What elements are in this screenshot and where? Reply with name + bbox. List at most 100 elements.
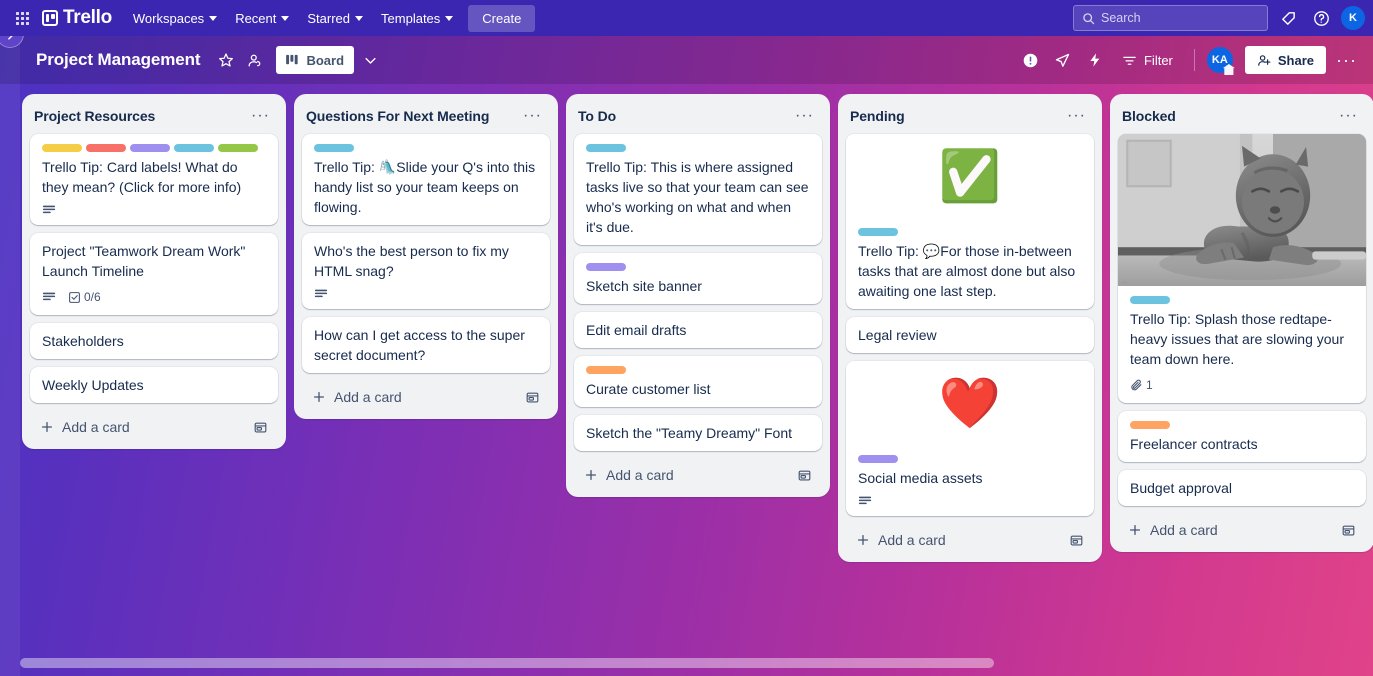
card-template-button[interactable] bbox=[253, 420, 268, 435]
list-cards: Trello Tip: This is where assigned tasks… bbox=[574, 134, 826, 451]
board-card[interactable]: Trello Tip: 🛝Slide your Q's into this ha… bbox=[302, 134, 550, 225]
add-card-button[interactable]: Add a card bbox=[30, 411, 278, 441]
board-card[interactable]: How can I get access to the super secret… bbox=[302, 317, 550, 373]
help-circle-icon[interactable] bbox=[1308, 5, 1334, 31]
card-cover-image: … bbox=[1118, 134, 1366, 286]
board-card[interactable]: ❤️ Social media assets bbox=[846, 361, 1094, 516]
nav-templates[interactable]: Templates bbox=[372, 6, 462, 31]
card-label-green[interactable] bbox=[218, 144, 258, 152]
board-card[interactable]: Project "Teamwork Dream Work" Launch Tim… bbox=[30, 233, 278, 315]
card-label-yellow[interactable] bbox=[42, 144, 82, 152]
apps-grid-icon[interactable] bbox=[8, 4, 36, 32]
info-circle-icon[interactable] bbox=[1017, 46, 1045, 74]
card-cover-emoji: ❤️ bbox=[846, 361, 1094, 445]
share-label: Share bbox=[1277, 52, 1315, 68]
horizontal-scrollbar[interactable] bbox=[20, 658, 994, 668]
user-avatar[interactable]: K bbox=[1341, 6, 1365, 30]
card-template-icon bbox=[526, 392, 539, 402]
board-card[interactable]: … Trello Tip: Splash those redtape-heavy… bbox=[1118, 134, 1366, 403]
card-label-blue[interactable] bbox=[586, 144, 626, 152]
list-title[interactable]: Project Resources bbox=[34, 108, 155, 124]
list-actions-menu-icon[interactable]: ··· bbox=[1333, 106, 1364, 126]
card-title: Sketch site banner bbox=[586, 278, 702, 294]
lightning-bolt-icon[interactable] bbox=[1081, 46, 1109, 74]
card-title: Trello Tip: 💬For those in-between tasks … bbox=[858, 243, 1076, 299]
board-card[interactable]: Weekly Updates bbox=[30, 367, 278, 403]
board-card[interactable]: Legal review bbox=[846, 317, 1094, 353]
star-icon[interactable] bbox=[212, 46, 240, 74]
board-view-switcher[interactable]: Board bbox=[276, 46, 355, 74]
board-card[interactable]: Stakeholders bbox=[30, 323, 278, 359]
card-label-red[interactable] bbox=[86, 144, 126, 152]
list-header: Blocked ··· bbox=[1118, 102, 1370, 130]
list-actions-menu-icon[interactable]: ··· bbox=[245, 106, 276, 126]
card-label-blue[interactable] bbox=[1130, 296, 1170, 304]
board-card[interactable]: Sketch site banner bbox=[574, 253, 822, 304]
card-label-orange[interactable] bbox=[586, 366, 626, 374]
list-actions-menu-icon[interactable]: ··· bbox=[517, 106, 548, 126]
board-card[interactable]: Curate customer list bbox=[574, 356, 822, 407]
list-actions-menu-icon[interactable]: ··· bbox=[1061, 106, 1092, 126]
board-card[interactable]: Who's the best person to fix my HTML sna… bbox=[302, 233, 550, 309]
board-card[interactable]: Freelancer contracts bbox=[1118, 411, 1366, 462]
card-label-purple[interactable] bbox=[586, 263, 626, 271]
board-view-chevron-down-icon[interactable] bbox=[356, 46, 384, 74]
notification-bell-icon[interactable] bbox=[1275, 5, 1301, 31]
card-labels bbox=[858, 453, 1082, 463]
svg-text:…: … bbox=[1122, 278, 1127, 284]
board-list: Blocked ··· … Trello Tip: Splash those re… bbox=[1110, 94, 1373, 552]
add-card-left: Add a card bbox=[584, 467, 674, 483]
filter-button[interactable]: Filter bbox=[1113, 48, 1182, 73]
card-label-orange[interactable] bbox=[1130, 421, 1170, 429]
add-card-label: Add a card bbox=[878, 532, 946, 548]
card-label-blue[interactable] bbox=[314, 144, 354, 152]
card-title: Social media assets bbox=[858, 470, 983, 486]
card-label-blue[interactable] bbox=[858, 228, 898, 236]
add-card-button[interactable]: Add a card bbox=[1118, 514, 1366, 544]
create-button[interactable]: Create bbox=[468, 4, 536, 32]
card-template-button[interactable] bbox=[1341, 523, 1356, 538]
card-template-icon bbox=[1342, 525, 1355, 535]
add-card-button[interactable]: Add a card bbox=[846, 524, 1094, 554]
search-input[interactable]: Search bbox=[1073, 5, 1268, 31]
nav-starred[interactable]: Starred bbox=[298, 6, 372, 31]
board-more-menu-icon[interactable]: ··· bbox=[1330, 51, 1363, 69]
card-label-purple[interactable] bbox=[858, 455, 898, 463]
card-description-badge bbox=[42, 203, 56, 217]
board-card[interactable]: ✅ Trello Tip: 💬For those in-between tasks… bbox=[846, 134, 1094, 309]
board-member-avatar[interactable]: KA bbox=[1206, 47, 1233, 73]
board-card[interactable]: Trello Tip: Card labels! What do they me… bbox=[30, 134, 278, 225]
add-card-label: Add a card bbox=[334, 389, 402, 405]
nav-recent[interactable]: Recent bbox=[226, 6, 298, 31]
card-template-button[interactable] bbox=[797, 468, 812, 483]
list-title[interactable]: Blocked bbox=[1122, 108, 1176, 124]
list-title[interactable]: To Do bbox=[578, 108, 616, 124]
board-card[interactable]: Trello Tip: This is where assigned tasks… bbox=[574, 134, 822, 245]
board-header: Project Management Board Filter KA Share… bbox=[0, 36, 1373, 84]
send-plane-icon[interactable] bbox=[1049, 46, 1077, 74]
share-button[interactable]: Share bbox=[1244, 46, 1327, 74]
card-labels bbox=[586, 261, 810, 271]
card-template-button[interactable] bbox=[525, 390, 540, 405]
card-title: Weekly Updates bbox=[42, 377, 144, 393]
nav-workspaces[interactable]: Workspaces bbox=[124, 6, 226, 31]
card-cover-emoji: ✅ bbox=[846, 134, 1094, 218]
trello-home-link[interactable]: Trello bbox=[42, 7, 112, 29]
list-title[interactable]: Pending bbox=[850, 108, 905, 124]
board-card[interactable]: Edit email drafts bbox=[574, 312, 822, 348]
card-title: Who's the best person to fix my HTML sna… bbox=[314, 243, 509, 279]
card-template-button[interactable] bbox=[1069, 533, 1084, 548]
board-lists-container[interactable]: Project Resources ··· Trello Tip: Card lab… bbox=[20, 84, 1373, 676]
search-placeholder: Search bbox=[1101, 11, 1141, 25]
board-card[interactable]: Budget approval bbox=[1118, 470, 1366, 506]
workspace-visible-icon[interactable] bbox=[240, 46, 268, 74]
card-label-purple[interactable] bbox=[130, 144, 170, 152]
add-card-button[interactable]: Add a card bbox=[302, 381, 550, 411]
card-label-blue[interactable] bbox=[174, 144, 214, 152]
description-icon bbox=[42, 205, 56, 214]
card-badges bbox=[42, 203, 266, 217]
list-title[interactable]: Questions For Next Meeting bbox=[306, 108, 489, 124]
board-card[interactable]: Sketch the "Teamy Dreamy" Font bbox=[574, 415, 822, 451]
list-actions-menu-icon[interactable]: ··· bbox=[789, 106, 820, 126]
add-card-button[interactable]: Add a card bbox=[574, 459, 822, 489]
